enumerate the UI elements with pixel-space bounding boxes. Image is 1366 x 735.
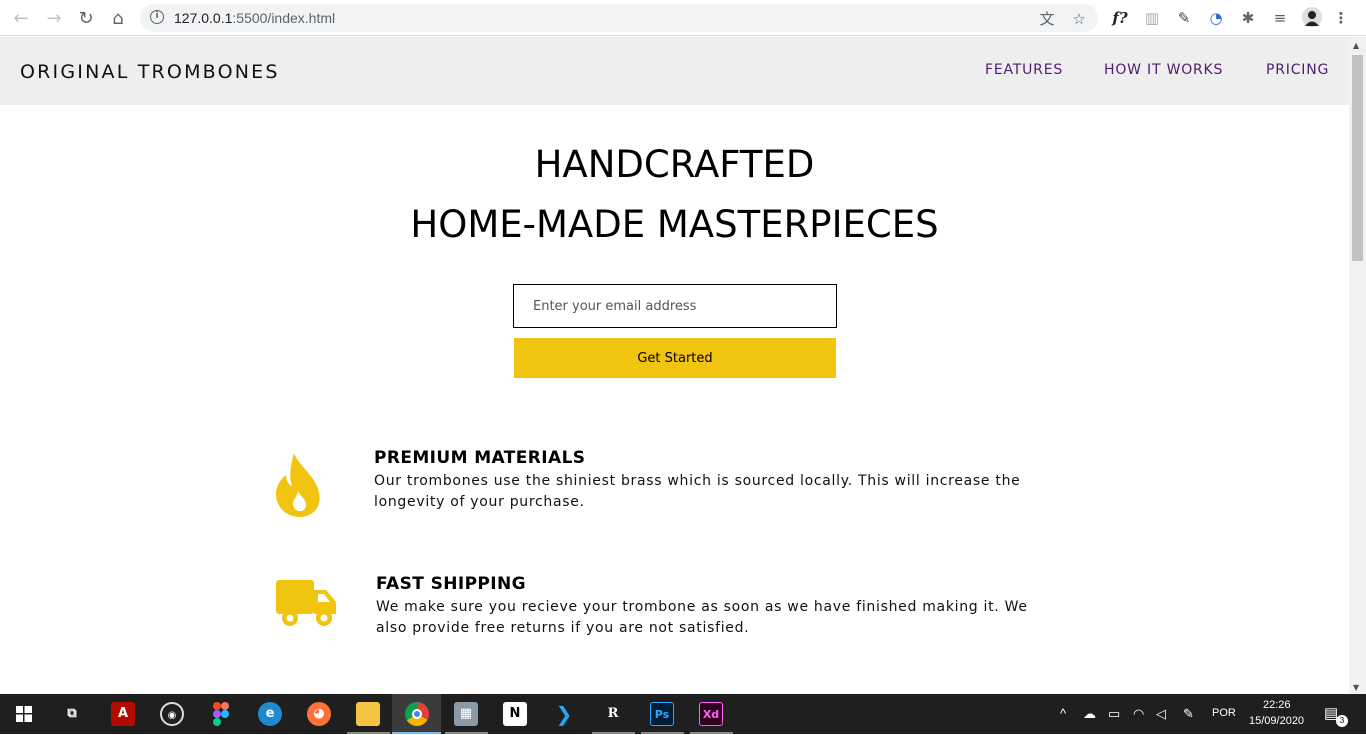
nav-link-how-it-works[interactable]: HOW IT WORKS	[1104, 62, 1223, 78]
forward-icon[interactable]: →	[42, 6, 66, 30]
url-text[interactable]: 127.0.0.1:5500/index.html	[174, 10, 335, 26]
profile-avatar[interactable]	[1301, 7, 1323, 29]
scroll-up-icon[interactable]: ▲	[1353, 41, 1359, 50]
feature-title: FAST SHIPPING	[376, 574, 526, 594]
notion-icon[interactable]: N	[503, 702, 527, 726]
windows-start-icon[interactable]	[16, 706, 32, 722]
nav-link-pricing[interactable]: PRICING	[1266, 62, 1329, 78]
scrollbar-thumb[interactable]	[1352, 55, 1363, 261]
extensions-puzzle-icon[interactable]: ✱	[1237, 7, 1259, 29]
browser-toolbar: ← → ↻ ⌂ i 127.0.0.1:5500/index.html 文 ☆ …	[0, 0, 1366, 36]
media-control-icon[interactable]: ≡	[1269, 7, 1291, 29]
site-info-icon[interactable]: i	[150, 10, 164, 24]
chrome-icon[interactable]	[405, 702, 429, 726]
obs-icon[interactable]: ◉	[160, 702, 184, 726]
battery-icon[interactable]: ▭	[1108, 706, 1120, 722]
tray-overflow-chevron-icon[interactable]: ^	[1060, 706, 1066, 721]
clock-date[interactable]: 15/09/2020	[1249, 715, 1304, 727]
language-indicator[interactable]: POR	[1212, 707, 1236, 719]
edge-icon[interactable]: e	[258, 702, 282, 726]
home-icon[interactable]: ⌂	[106, 6, 130, 30]
scroll-down-icon[interactable]: ▼	[1353, 683, 1359, 692]
truck-icon	[276, 580, 336, 626]
nav-link-features[interactable]: FEATURES	[985, 62, 1063, 78]
task-view-icon[interactable]: ⧉	[60, 702, 84, 726]
onedrive-icon[interactable]: ☁	[1083, 706, 1096, 722]
calculator-icon[interactable]: ▦	[454, 702, 478, 726]
volume-icon[interactable]: ◁	[1156, 706, 1166, 722]
adobe-xd-icon[interactable]: Xd	[699, 702, 723, 726]
file-explorer-icon[interactable]	[356, 702, 380, 726]
address-bar[interactable]: i 127.0.0.1:5500/index.html 文 ☆	[140, 4, 1098, 32]
get-started-button[interactable]: Get Started	[514, 338, 836, 378]
reload-icon[interactable]: ↻	[74, 6, 98, 30]
figma-icon[interactable]	[209, 702, 233, 726]
feature-description: Our trombones use the shiniest brass whi…	[374, 473, 1021, 510]
acrobat-icon[interactable]: A	[111, 702, 135, 726]
windows-taskbar: ⧉ A ◉ e ◕ ▦ N ❯ R Ps Xd ^ ☁ ▭ ◠ ◁ ✎ POR …	[0, 694, 1366, 734]
page-scrollbar[interactable]: ▲ ▼	[1349, 37, 1366, 694]
bookmark-star-icon[interactable]: ☆	[1070, 10, 1088, 28]
site-header: ORIGINAL TROMBONES FEATURES HOW IT WORKS…	[0, 37, 1349, 105]
menu-kebab-icon[interactable]: ⋮	[1330, 7, 1352, 29]
back-icon[interactable]: ←	[9, 6, 33, 30]
photoshop-icon[interactable]: Ps	[650, 702, 674, 726]
site-logo[interactable]: ORIGINAL TROMBONES	[20, 61, 280, 83]
clock-extension-icon[interactable]: ◔	[1205, 7, 1227, 29]
hero-title-line1: HANDCRAFTED	[534, 143, 815, 186]
notification-count-badge: 3	[1336, 715, 1348, 727]
wifi-icon[interactable]: ◠	[1133, 706, 1144, 722]
email-input[interactable]	[513, 284, 837, 328]
translate-icon[interactable]: 文	[1038, 10, 1056, 28]
barcode-extension-icon[interactable]: ▥	[1141, 7, 1163, 29]
clock-time[interactable]: 22:26	[1263, 699, 1291, 711]
feature-description: We make sure you recieve your trombone a…	[376, 599, 1028, 636]
hero-title-line2: HOME-MADE MASTERPIECES	[410, 203, 939, 246]
color-picker-extension-icon[interactable]: ✎	[1173, 7, 1195, 29]
vscode-icon[interactable]: ❯	[552, 702, 576, 726]
firefox-icon[interactable]: ◕	[307, 702, 331, 726]
feature-title: PREMIUM MATERIALS	[374, 448, 586, 468]
font-extension-icon[interactable]: f?	[1109, 7, 1131, 29]
pen-workspace-icon[interactable]: ✎	[1183, 706, 1194, 722]
fire-icon	[276, 453, 320, 517]
web-page: ORIGINAL TROMBONES FEATURES HOW IT WORKS…	[0, 37, 1349, 694]
rstudio-icon[interactable]: R	[601, 702, 625, 726]
